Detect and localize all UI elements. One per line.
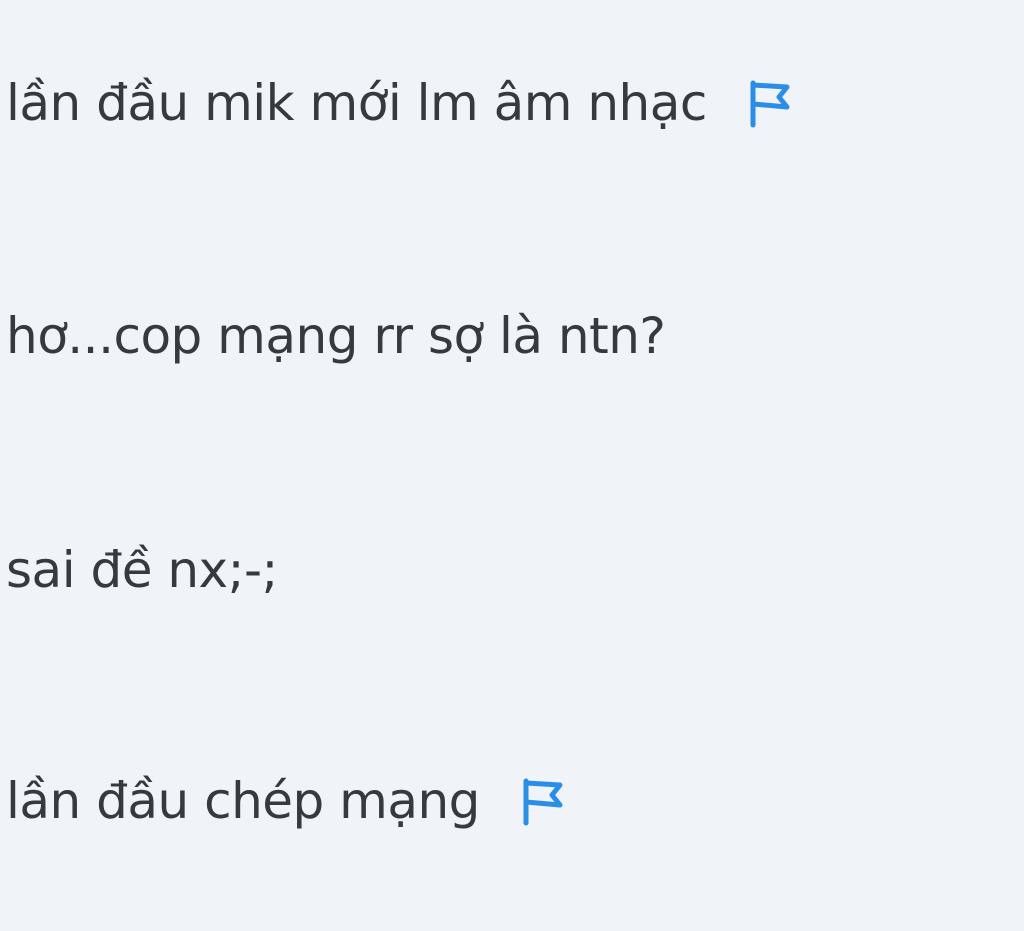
- comment-text: hơ...cop mạng rr sợ là ntn?: [6, 307, 666, 365]
- comment-text: lần đầu chép mạng: [6, 772, 480, 830]
- flag-icon[interactable]: [518, 775, 566, 827]
- comment-list: lần đầu mik mới lm âm nhạc hơ...cop mạng…: [0, 0, 1024, 931]
- comment-text: lần đầu mik mới lm âm nhạc: [6, 74, 707, 132]
- comment-text: sai đề nx;-;: [6, 541, 278, 599]
- flag-icon[interactable]: [745, 77, 793, 129]
- comment-line: lần đầu mik mới lm âm nhạc: [6, 73, 793, 133]
- comment-line: sai đề nx;-;: [6, 540, 278, 600]
- comment-line: hơ...cop mạng rr sợ là ntn?: [6, 306, 666, 366]
- comment-line: lần đầu chép mạng: [6, 771, 566, 831]
